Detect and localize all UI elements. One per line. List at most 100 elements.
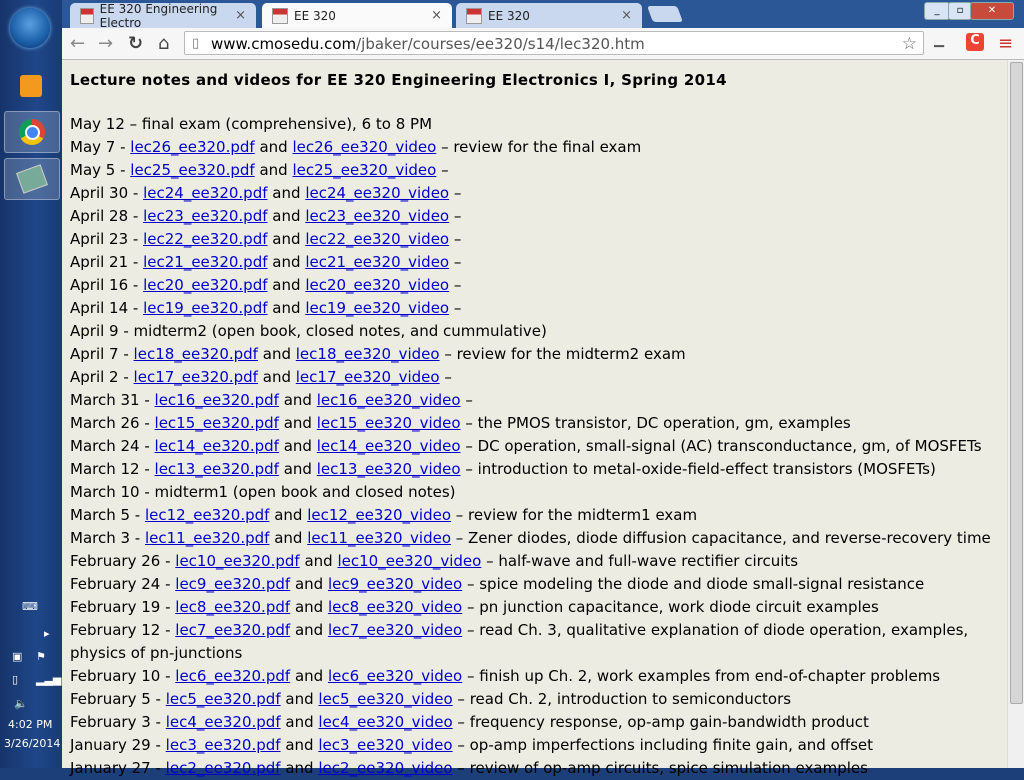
video-link[interactable]: lec22_ee320_video [305,230,449,248]
video-link[interactable]: lec2_ee320_video [318,759,452,777]
entry-text: May 12 – final exam (comprehensive), 6 t… [70,115,433,133]
pdf-link[interactable]: lec14_ee320.pdf [155,437,279,455]
entry-date: April 16 - [70,276,144,294]
chrome-taskbar-icon[interactable] [4,111,60,153]
entry-date: February 5 - [70,690,166,708]
entry-date: March 5 - [70,506,145,524]
pdf-link[interactable]: lec13_ee320.pdf [155,460,279,478]
video-link[interactable]: lec26_ee320_video [293,138,437,156]
video-link[interactable]: lec4_ee320_video [318,713,452,731]
video-link[interactable]: lec8_ee320_video [328,598,462,616]
start-button[interactable] [10,8,50,48]
webcam-icon[interactable]: ▣ [12,650,22,663]
pdf-link[interactable]: lec6_ee320.pdf [175,667,290,685]
clock-time[interactable]: 4:02 PM [8,718,52,731]
pdf-link[interactable]: lec19_ee320.pdf [143,299,267,317]
pdf-link[interactable]: lec21_ee320.pdf [143,253,267,271]
entry-description-continued: physics of pn-junctions [70,644,243,662]
video-link[interactable]: lec18_ee320_video [296,345,440,363]
pdf-link[interactable]: lec24_ee320.pdf [143,184,267,202]
entry-date: March 24 - [70,437,155,455]
pdf-link[interactable]: lec18_ee320.pdf [134,345,258,363]
and-text: and [272,276,301,294]
pdf-link[interactable]: lec26_ee320.pdf [130,138,254,156]
action-center-flag-icon[interactable]: ⚑ [36,650,46,663]
video-link[interactable]: lec11_ee320_video [307,529,451,547]
video-link[interactable]: lec13_ee320_video [317,460,461,478]
video-link[interactable]: lec23_ee320_video [305,207,449,225]
pdf-link[interactable]: lec25_ee320.pdf [130,161,254,179]
pdf-link[interactable]: lec3_ee320.pdf [166,736,281,754]
video-link[interactable]: lec19_ee320_video [305,299,449,317]
extension-icon[interactable]: ▁ [934,33,944,48]
pdf-link[interactable]: lec20_ee320.pdf [143,276,267,294]
pdf-link[interactable]: lec17_ee320.pdf [134,368,258,386]
pdf-link[interactable]: lec9_ee320.pdf [175,575,290,593]
pdf-link[interactable]: lec11_ee320.pdf [145,529,269,547]
video-link[interactable]: lec10_ee320_video [338,552,482,570]
video-link[interactable]: lec21_ee320_video [305,253,449,271]
forward-icon[interactable]: → [98,33,113,54]
video-link[interactable]: lec9_ee320_video [328,575,462,593]
extension-c-icon[interactable]: C [966,33,984,51]
new-tab-button[interactable] [647,6,683,22]
show-hidden-icons-arrow[interactable]: ▸ [44,627,50,640]
entry-description: – review of op-amp circuits, spice simul… [452,759,868,777]
tab-ee320-engineering[interactable]: EE 320 Engineering Electro × [70,2,256,30]
vertical-scrollbar[interactable] [1007,60,1024,768]
video-link[interactable]: lec7_ee320_video [328,621,462,639]
keyboard-icon[interactable]: ⌨ [22,600,38,613]
pdf-link[interactable]: lec4_ee320.pdf [166,713,281,731]
lecture-entry: May 5 - lec25_ee320.pdf and lec25_ee320_… [70,159,1008,182]
entry-text: March 10 - midterm1 (open book and close… [70,483,456,501]
entry-date: February 3 - [70,713,166,731]
entry-date: April 28 - [70,207,144,225]
bookmark-star-icon[interactable]: ☆ [902,32,917,56]
video-link[interactable]: lec24_ee320_video [305,184,449,202]
power-icon[interactable]: ▯ [12,673,18,686]
back-icon[interactable]: ← [70,33,85,54]
close-window-button[interactable]: ✕ [970,2,1014,20]
entry-description: – review for the midterm2 exam [439,345,686,363]
video-link[interactable]: lec20_ee320_video [305,276,449,294]
pdf-link[interactable]: lec2_ee320.pdf [166,759,281,777]
close-tab-icon[interactable]: × [621,8,632,23]
and-text: and [262,345,291,363]
close-tab-icon[interactable]: × [431,8,442,23]
pdf-link[interactable]: lec12_ee320.pdf [145,506,269,524]
video-link[interactable]: lec12_ee320_video [307,506,451,524]
pdf-link[interactable]: lec10_ee320.pdf [175,552,299,570]
pdf-link[interactable]: lec15_ee320.pdf [155,414,279,432]
pdf-link[interactable]: lec5_ee320.pdf [166,690,281,708]
volume-icon[interactable]: 🔈 [14,697,28,710]
pdf-link[interactable]: lec23_ee320.pdf [143,207,267,225]
scrollbar-thumb[interactable] [1010,62,1023,704]
address-bar[interactable]: ▯ www.cmosedu.com/jbaker/courses/ee320/s… [184,31,924,55]
menu-icon[interactable]: ≡ [998,33,1013,54]
video-link[interactable]: lec3_ee320_video [318,736,452,754]
reload-icon[interactable]: ↻ [128,33,143,54]
tab-ee320[interactable]: EE 320 × [456,3,642,28]
maximize-button[interactable]: ▫ [948,2,972,20]
remote-desktop-taskbar-icon[interactable] [4,158,60,200]
video-link[interactable]: lec17_ee320_video [296,368,440,386]
minimize-button[interactable]: _ [924,2,950,20]
pdf-link[interactable]: lec8_ee320.pdf [175,598,290,616]
lecture-list: May 12 – final exam (comprehensive), 6 t… [70,113,1008,780]
video-link[interactable]: lec25_ee320_video [293,161,437,179]
network-signal-icon[interactable]: ▂▃▅ [36,673,61,686]
video-link[interactable]: lec5_ee320_video [318,690,452,708]
close-tab-icon[interactable]: × [235,8,246,23]
tab-ee320-active[interactable]: EE 320 × [262,3,452,28]
video-link[interactable]: lec14_ee320_video [317,437,461,455]
video-link[interactable]: lec6_ee320_video [328,667,462,685]
video-link[interactable]: lec16_ee320_video [317,391,461,409]
entry-date: April 2 - [70,368,134,386]
media-player-taskbar-icon[interactable] [4,66,58,106]
home-icon[interactable]: ⌂ [158,33,169,54]
video-link[interactable]: lec15_ee320_video [317,414,461,432]
pdf-link[interactable]: lec22_ee320.pdf [143,230,267,248]
pdf-link[interactable]: lec16_ee320.pdf [155,391,279,409]
pdf-link[interactable]: lec7_ee320.pdf [175,621,290,639]
clock-date[interactable]: 3/26/2014 [4,737,60,750]
